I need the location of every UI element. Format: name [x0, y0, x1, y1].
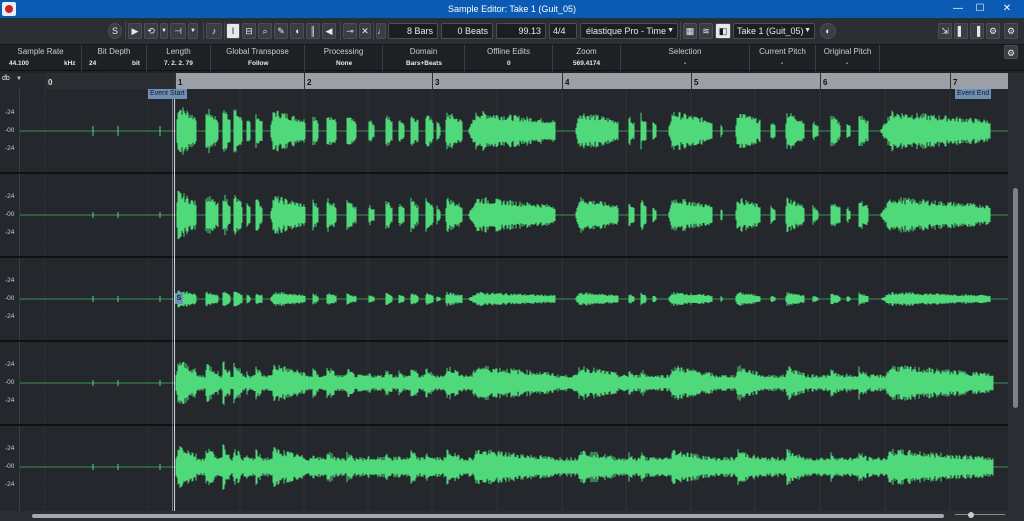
snap-icon[interactable]: ⊸: [343, 23, 357, 39]
take-value: Take 1 (Guit_05): [737, 26, 804, 36]
sample-editor-window: Sample Editor: Take 1 (Guit_05) — ☐ ✕ S …: [0, 0, 1024, 521]
chevron-down-icon[interactable]: ▼: [16, 76, 22, 82]
ruler-bar-tick: [304, 73, 305, 89]
audition-dropdown-icon[interactable]: ▼: [188, 23, 198, 39]
loop-button[interactable]: ⟲: [144, 23, 158, 39]
ruler-bar-number: 7: [953, 78, 958, 87]
play-tool-icon[interactable]: ◖: [290, 23, 304, 39]
musical-length-field[interactable]: 8 Bars: [388, 23, 438, 39]
speaker-icon[interactable]: ♪: [206, 23, 222, 39]
take-icon[interactable]: ◧: [715, 23, 731, 39]
musical-mode-icon[interactable]: ✕: [359, 23, 371, 39]
play-button[interactable]: ▶: [128, 23, 142, 39]
note-icon[interactable]: ♩: [376, 23, 386, 39]
signature-field[interactable]: 4/4: [549, 23, 577, 39]
ruler-bar-tick: [175, 73, 176, 89]
info-global-transpose[interactable]: Global Transpose Follow: [211, 45, 305, 71]
sample-start-marker[interactable]: S: [175, 293, 183, 304]
info-processing[interactable]: Processing None: [305, 45, 383, 71]
ruler-bar-number: 3: [435, 78, 440, 87]
ruler-bar-number: 1: [178, 78, 183, 87]
chevron-down-icon: ▼: [667, 27, 674, 34]
waveform-display[interactable]: -24 -00 -24 -24 -00 -24 -24 -00 -24 -24 -00 -24 -24-…: [0, 89, 1008, 511]
zoom-slider-knob[interactable]: [968, 512, 974, 518]
selection-tool-icon[interactable]: ⊟: [242, 23, 256, 39]
left-zone-icon[interactable]: ▌: [954, 23, 968, 39]
maximize-button[interactable]: ☐: [966, 0, 994, 18]
ruler-zero-label: 0: [48, 78, 53, 87]
ruler-bar-tick: [432, 73, 433, 89]
vertical-scroll-thumb[interactable]: [1013, 188, 1018, 408]
waveform-channel-4: [92, 361, 994, 405]
ruler-bar-number: 6: [823, 78, 828, 87]
db-scale-selector[interactable]: db: [2, 75, 10, 82]
info-line: Sample Rate 44.100 kHz Bit Depth 24 bit …: [0, 45, 1024, 71]
close-button[interactable]: ✕: [993, 0, 1021, 18]
algorithm-select[interactable]: élastique Pro - Time ▼: [580, 23, 678, 39]
waveform-channel-5: [92, 444, 994, 490]
ruler[interactable]: db ▼ 0 1 2 3 4 5 6 7: [0, 73, 1024, 89]
info-original-pitch[interactable]: Original Pitch -: [816, 45, 880, 71]
beats-field[interactable]: 0 Beats: [441, 23, 493, 39]
event-start-line-shadow: [172, 89, 173, 511]
layers-icon[interactable]: ≋: [699, 23, 713, 39]
algorithm-value: élastique Pro - Time: [586, 26, 667, 36]
window-title: Sample Editor: Take 1 (Guit_05): [448, 4, 576, 14]
grid-icon[interactable]: ▦: [683, 23, 697, 39]
right-zone-icon[interactable]: ▐: [970, 23, 984, 39]
toolbar: S ▶ ⟲ ▼ ⊣ ▼ ♪ I ⊟ ⌕ ✎ ◖ ║ ◀ ⊸ ✕ ♩ 8 Bars…: [0, 18, 1024, 45]
window-layout-icon[interactable]: ⇲: [938, 23, 952, 39]
waveform-canvas[interactable]: [0, 89, 1008, 511]
solo-button[interactable]: S: [108, 23, 122, 39]
info-zoom[interactable]: Zoom 569.4174: [553, 45, 621, 71]
ruler-bar-tick: [820, 73, 821, 89]
ruler-track[interactable]: [175, 73, 1008, 89]
event-end-flag[interactable]: Event End: [955, 89, 992, 99]
info-length[interactable]: Length 7. 2. 2. 79: [147, 45, 211, 71]
horizontal-scrollbar[interactable]: [0, 511, 1024, 521]
info-current-pitch[interactable]: Current Pitch -: [750, 45, 816, 71]
hitpoint-tool-icon[interactable]: ║: [306, 23, 320, 39]
info-bit-depth[interactable]: Bit Depth 24 bit: [82, 45, 147, 71]
gear-icon[interactable]: ⚙: [1004, 23, 1018, 39]
info-sample-rate[interactable]: Sample Rate 44.100 kHz: [0, 45, 82, 71]
ruler-bar-number: 2: [307, 78, 312, 87]
vari-audio-icon[interactable]: ◐: [820, 23, 836, 39]
info-domain[interactable]: Domain Bars+Beats: [383, 45, 465, 71]
tempo-field[interactable]: 99.13: [496, 23, 546, 39]
ruler-bar-number: 4: [565, 78, 570, 87]
zoom-tool-icon[interactable]: ⌕: [258, 23, 272, 39]
chevron-down-icon: ▼: [804, 27, 811, 34]
audition-volume-button[interactable]: ⊣: [170, 23, 186, 39]
horizontal-scroll-thumb[interactable]: [32, 514, 944, 518]
vertical-scrollbar[interactable]: [1008, 73, 1024, 511]
pencil-tool-icon[interactable]: ✎: [274, 23, 288, 39]
ruler-bar-tick: [562, 73, 563, 89]
ruler-bar-tick: [691, 73, 692, 89]
zoom-slider-track[interactable]: [955, 514, 1005, 518]
title-bar: Sample Editor: Take 1 (Guit_05) — ☐ ✕: [0, 0, 1024, 18]
ruler-bar-tick: [950, 73, 951, 89]
range-select-tool-icon[interactable]: I: [226, 23, 240, 39]
setup-layout-icon[interactable]: ⚙: [986, 23, 1000, 39]
speaker-tool-icon[interactable]: ◀: [322, 23, 336, 39]
event-start-flag[interactable]: Event Start: [148, 89, 187, 99]
info-settings-gear-icon[interactable]: ⚙: [1004, 45, 1018, 59]
ruler-bar-number: 5: [694, 78, 699, 87]
take-select[interactable]: Take 1 (Guit_05) ▼: [733, 23, 815, 39]
info-offline-edits[interactable]: Offline Edits 0: [465, 45, 553, 71]
loop-dropdown-icon[interactable]: ▼: [160, 23, 168, 39]
info-selection[interactable]: Selection -: [621, 45, 750, 71]
ruler-corner: db ▼: [0, 73, 45, 89]
